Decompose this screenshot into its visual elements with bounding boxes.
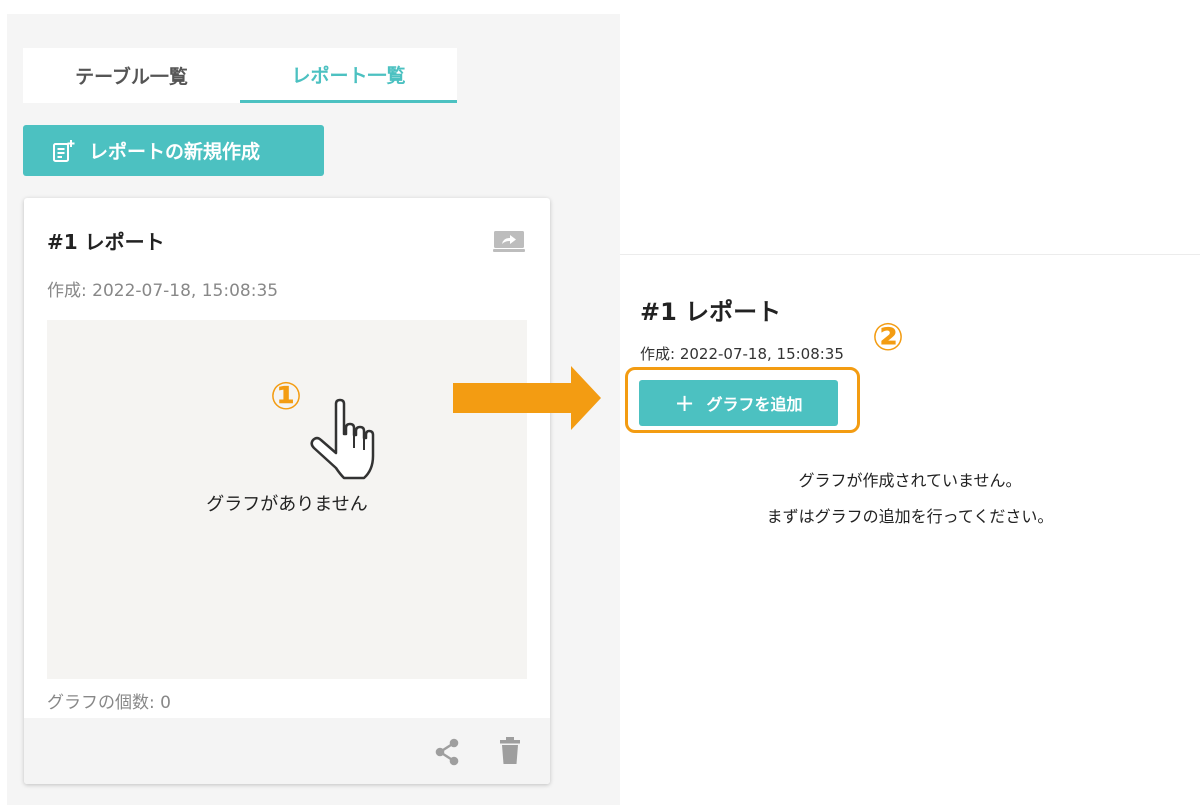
report-card-title: #1 レポート bbox=[47, 230, 165, 254]
report-card[interactable]: #1 レポート 作成: 2022-07-18, 15:08:35 グラフがありま… bbox=[24, 198, 550, 784]
trash-icon[interactable] bbox=[500, 737, 520, 769]
report-detail-created: 作成: 2022-07-18, 15:08:35 bbox=[640, 345, 844, 363]
divider bbox=[620, 254, 1200, 255]
report-detail-title: #1 レポート bbox=[640, 298, 782, 326]
add-graph-label: グラフを追加 bbox=[706, 395, 803, 414]
tab-report-list[interactable]: レポート一覧 bbox=[240, 48, 457, 103]
note-add-icon bbox=[53, 139, 75, 162]
add-graph-button[interactable]: + グラフを追加 bbox=[639, 380, 838, 426]
empty-message-1: グラフが作成されていません。 bbox=[798, 471, 1022, 490]
no-graph-text: グラフがありません bbox=[206, 494, 368, 515]
report-card-footer bbox=[24, 718, 550, 784]
arrow-right-icon bbox=[453, 366, 601, 434]
empty-message-2: まずはグラフの追加を行ってください。 bbox=[766, 507, 1054, 526]
step-2-marker: ② bbox=[872, 315, 905, 359]
share-icon[interactable] bbox=[434, 738, 460, 770]
present-icon[interactable] bbox=[493, 230, 525, 256]
new-report-label: レポートの新規作成 bbox=[89, 141, 261, 163]
new-report-button[interactable]: レポートの新規作成 bbox=[23, 125, 324, 176]
plus-icon: + bbox=[674, 389, 695, 417]
step-1-marker: ① bbox=[270, 374, 303, 418]
hand-pointer-icon bbox=[306, 398, 376, 488]
tab-table-list[interactable]: テーブル一覧 bbox=[23, 48, 240, 103]
report-card-created: 作成: 2022-07-18, 15:08:35 bbox=[47, 281, 279, 301]
graph-count: グラフの個数: 0 bbox=[47, 693, 171, 713]
tab-bar: テーブル一覧 レポート一覧 bbox=[23, 48, 457, 103]
